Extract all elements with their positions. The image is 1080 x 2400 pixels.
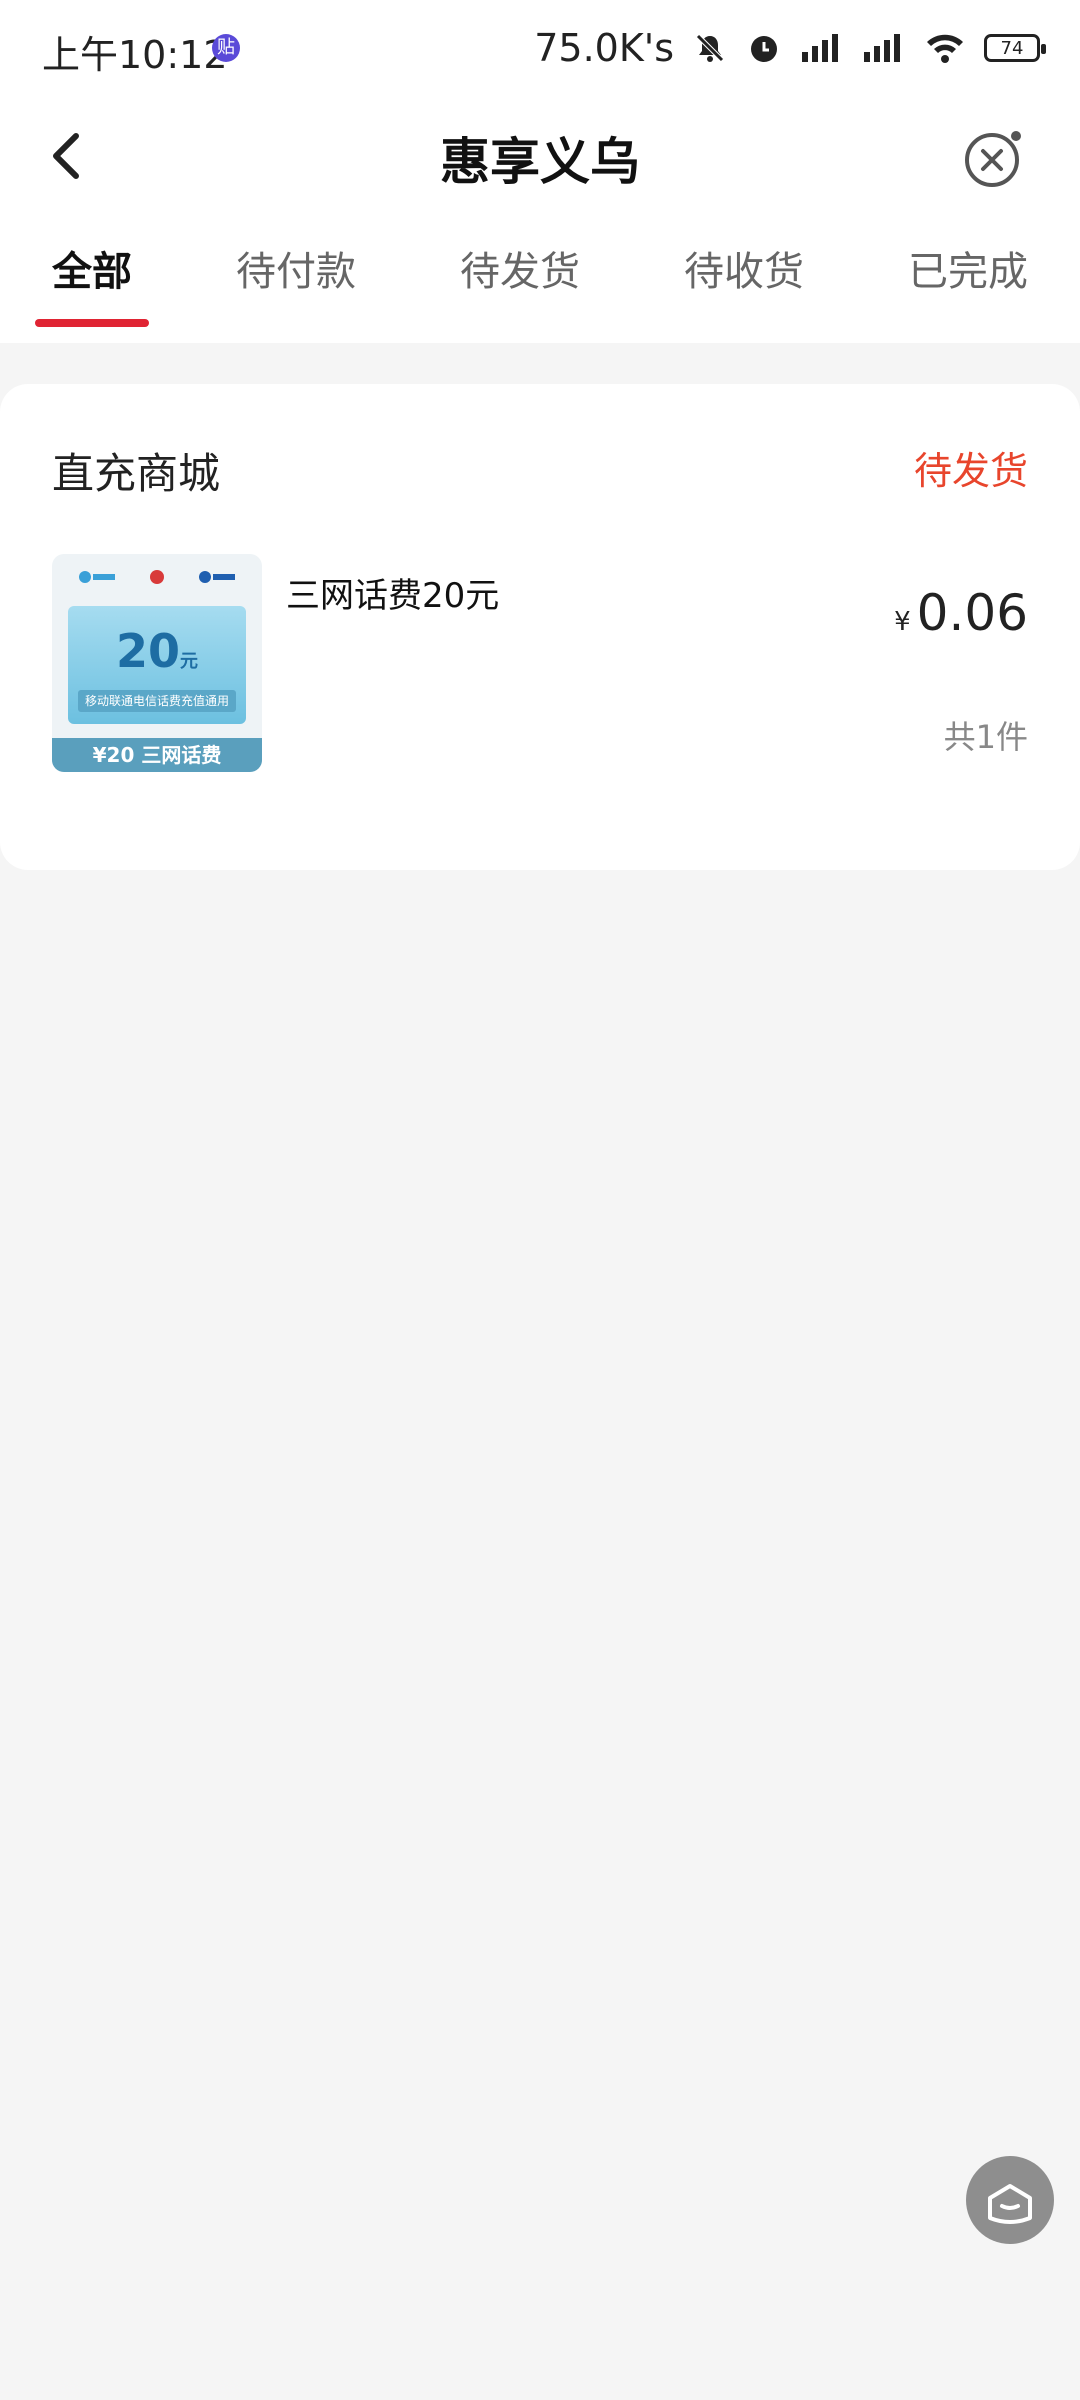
- page-title: 惠享义乌: [440, 133, 640, 191]
- close-circle-icon[interactable]: [962, 126, 1026, 190]
- order-card[interactable]: 直充商城 待发货 20元 移动联通电信话费充值通用 ¥20 三网话费 三网话费2…: [0, 384, 1080, 870]
- product-thumbnail[interactable]: 20元 移动联通电信话费充值通用 ¥20 三网话费: [52, 554, 262, 772]
- order-status-badge: 待发货: [913, 449, 1028, 493]
- tab-pending-shipment[interactable]: 待发货: [460, 215, 580, 343]
- thumbnail-amount: 20元: [115, 624, 198, 678]
- carrier-logo-icon: [78, 571, 115, 583]
- network-speed: 75.0K's: [534, 26, 674, 70]
- tab-pending-payment[interactable]: 待付款: [236, 215, 356, 343]
- battery-icon: 74: [984, 34, 1046, 62]
- floating-helper-button[interactable]: [966, 2156, 1054, 2244]
- notification-badge-icon: 贴: [212, 34, 240, 62]
- tab-label: 待发货: [460, 249, 580, 295]
- status-time: 上午10:12: [42, 33, 228, 77]
- thumbnail-footer: ¥20 三网话费: [52, 738, 262, 772]
- order-tabs: 全部 待付款 待发货 待收货 已完成: [0, 215, 1080, 343]
- tab-completed[interactable]: 已完成: [908, 215, 1028, 343]
- thumbnail-panel: 20元 移动联通电信话费充值通用: [68, 606, 246, 724]
- active-tab-indicator: [35, 319, 149, 327]
- tab-label: 已完成: [908, 249, 1028, 295]
- signal-icon-2: [864, 34, 900, 62]
- signal-icon: [802, 34, 838, 62]
- mortarboard-icon: [988, 2184, 1032, 2224]
- status-bar: 上午10:12 贴 75.0K's 74: [0, 0, 1080, 100]
- mute-bell-icon: [696, 34, 724, 62]
- tab-label: 待付款: [236, 249, 356, 295]
- battery-level: 74: [1000, 38, 1024, 59]
- tab-label: 全部: [52, 249, 132, 295]
- nav-bar: 惠享义乌: [0, 100, 1080, 215]
- tab-pending-receipt[interactable]: 待收货: [684, 215, 804, 343]
- carrier-logos: [52, 554, 262, 600]
- currency-symbol: ¥: [894, 607, 911, 637]
- shop-name: 直充商城: [52, 449, 221, 498]
- thumbnail-subtitle: 移动联通电信话费充值通用: [78, 690, 236, 712]
- carrier-logo-icon-3: [199, 571, 236, 583]
- status-icons: 75.0K's 74: [534, 24, 1046, 72]
- alarm-icon: [751, 36, 777, 62]
- product-price: ¥0.06: [894, 584, 1028, 642]
- wifi-icon: [927, 34, 963, 63]
- carrier-logo-icon-2: [149, 570, 164, 584]
- tab-all[interactable]: 全部: [35, 215, 149, 343]
- price-value: 0.06: [916, 584, 1028, 642]
- item-quantity: 共1件: [943, 718, 1028, 756]
- product-name[interactable]: 三网话费20元: [286, 568, 499, 617]
- tab-label: 待收货: [684, 249, 804, 295]
